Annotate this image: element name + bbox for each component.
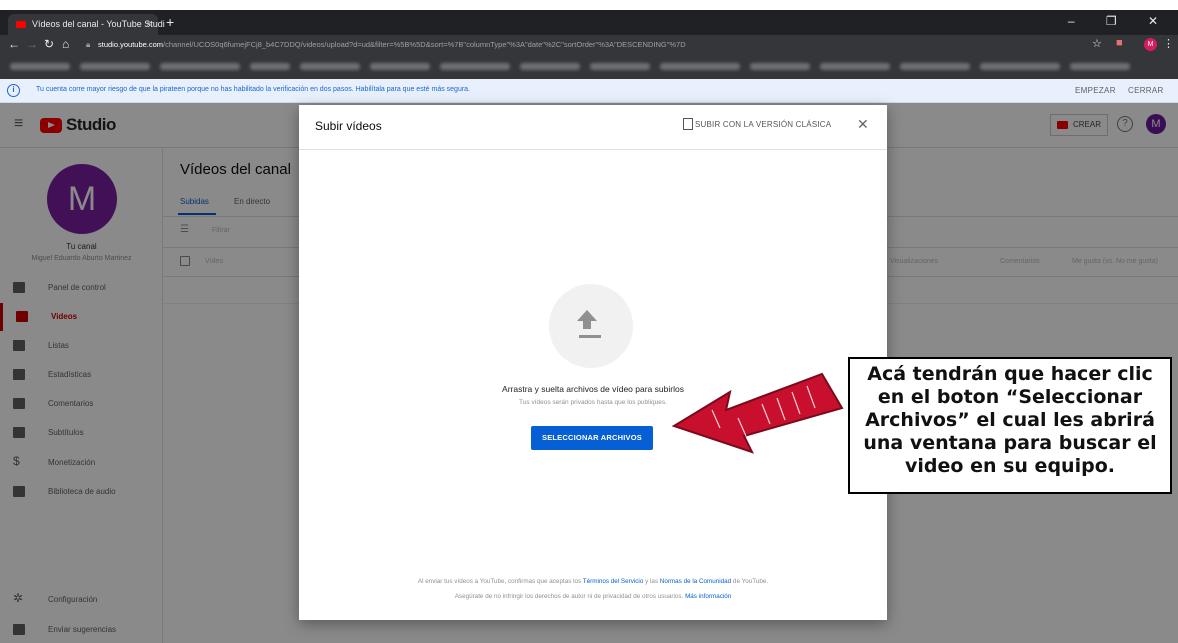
infobar-start-button[interactable]: EMPEZAR [1075, 86, 1116, 95]
browser-tab[interactable]: Vídeos del canal - YouTube Studi × [8, 14, 165, 35]
menu-icon[interactable]: ⋮ [1163, 37, 1174, 50]
community-guidelines-link[interactable]: Normas de la Comunidad [660, 578, 731, 585]
bookmark[interactable] [80, 63, 150, 70]
caption-strip [0, 0, 1178, 10]
back-icon[interactable]: ← [8, 37, 20, 51]
dialog-title: Subir vídeos [315, 119, 382, 133]
infobar-message: Tu cuenta corre mayor riesgo de que la p… [36, 86, 470, 93]
window-controls[interactable]: – ❐ ✕ [1068, 14, 1172, 28]
callout-line: video en su equipo. [905, 455, 1115, 477]
home-icon[interactable]: ⌂ [62, 37, 69, 51]
upload-arrow-stem [583, 320, 591, 329]
upload-drop-zone[interactable] [549, 284, 633, 368]
forward-icon[interactable]: → [26, 37, 38, 51]
dialog-divider [299, 149, 887, 150]
legal-text: y las [643, 578, 660, 585]
bookmark[interactable] [370, 63, 430, 70]
browser-toolbar: ← → ↻ ⌂ 🔒︎ studio.youtube.com/channel/UC… [0, 35, 1178, 55]
callout-line: en el boton “Seleccionar [877, 386, 1143, 408]
bookmark[interactable] [300, 63, 360, 70]
info-icon: i [7, 84, 20, 97]
annotation-callout: Acá tendrán que hacer clic en el boton “… [848, 357, 1172, 494]
bookmark[interactable] [980, 63, 1060, 70]
upload-dialog: Subir vídeos SUBIR CON LA VERSIÓN CLÁSIC… [299, 105, 887, 620]
bookmark[interactable] [160, 63, 240, 70]
lock-icon: 🔒︎ [86, 40, 91, 49]
bookmark[interactable] [10, 63, 70, 70]
extension-icon[interactable]: ■ [1116, 37, 1123, 49]
tab-title: Vídeos del canal - YouTube Studi [32, 19, 165, 29]
bookmark[interactable] [1070, 63, 1130, 70]
close-icon[interactable]: ✕ [857, 116, 869, 133]
classic-upload-link[interactable]: SUBIR CON LA VERSIÓN CLÁSICA [695, 120, 831, 129]
infobar-close-button[interactable]: CERRAR [1128, 86, 1164, 95]
tab-close-icon[interactable]: × [146, 14, 152, 35]
legal-text: Al enviar tus vídeos a YouTube, confirma… [417, 578, 583, 585]
new-tab-button[interactable]: + [166, 14, 174, 30]
legal-text: de YouTube. [731, 578, 769, 585]
select-files-button[interactable]: SELECCIONAR ARCHIVOS [531, 426, 653, 450]
reload-icon[interactable]: ↻ [44, 37, 54, 51]
url-host: studio.youtube.com [98, 40, 164, 49]
bookmark[interactable] [750, 63, 810, 70]
bookmarks-bar [0, 55, 1178, 79]
legal-copyright: Asegúrate de no infringir los derechos d… [299, 593, 887, 600]
callout-line: una ventana para buscar el [863, 432, 1157, 454]
callout-line: Acá tendrán que hacer clic [867, 363, 1153, 385]
screenshot: Vídeos del canal - YouTube Studi × + – ❐… [0, 0, 1178, 643]
annotation-arrow-icon [672, 372, 844, 454]
callout-line: Archivos” el cual les abrirá [865, 409, 1155, 431]
legal-text: Asegúrate de no infringir los derechos d… [454, 593, 686, 600]
upload-tray [579, 335, 601, 338]
star-icon[interactable]: ☆ [1092, 37, 1102, 50]
bookmark[interactable] [440, 63, 510, 70]
address-bar[interactable]: 🔒︎ studio.youtube.com/channel/UCOS0q6fum… [84, 37, 1084, 53]
bookmark[interactable] [660, 63, 740, 70]
more-info-link[interactable]: Más información [685, 593, 731, 600]
bookmark[interactable] [820, 63, 890, 70]
browser-tabbar: Vídeos del canal - YouTube Studi × + – ❐… [0, 10, 1178, 35]
bookmark[interactable] [900, 63, 970, 70]
classic-upload-icon[interactable] [683, 118, 693, 130]
bookmark[interactable] [590, 63, 650, 70]
security-infobar: i Tu cuenta corre mayor riesgo de que la… [0, 79, 1178, 103]
terms-link[interactable]: Términos del Servicio [583, 578, 644, 585]
youtube-favicon-icon [16, 21, 26, 28]
bookmark[interactable] [250, 63, 290, 70]
profile-avatar[interactable]: M [1144, 38, 1157, 51]
bookmark[interactable] [520, 63, 580, 70]
legal-terms: Al enviar tus vídeos a YouTube, confirma… [299, 578, 887, 585]
url-path: /channel/UCOS0q6fumejFCj8_b4C7DDQ/videos… [163, 40, 686, 49]
